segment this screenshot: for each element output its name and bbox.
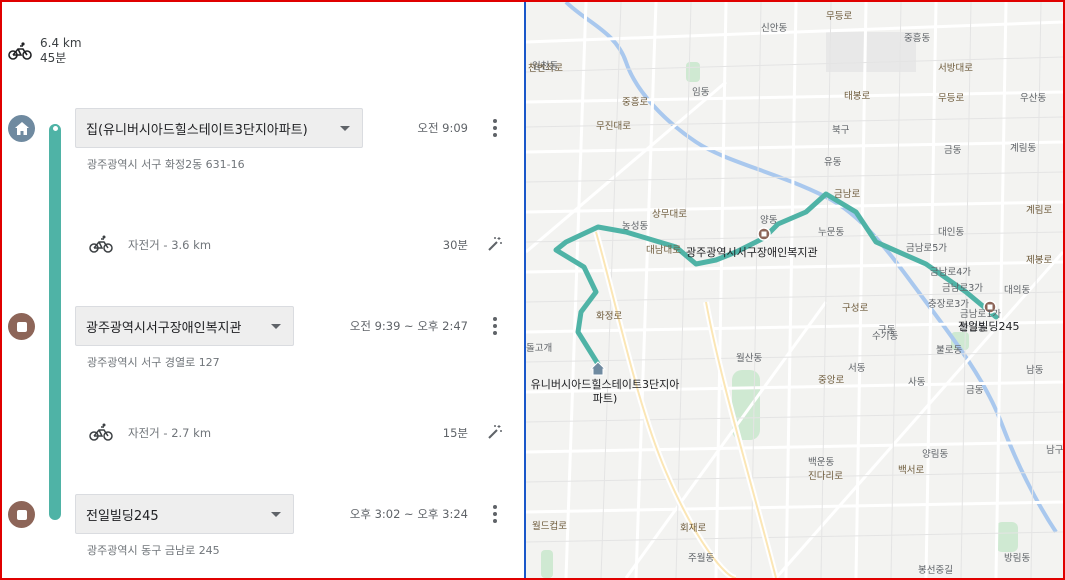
marker-label-line: 파트) bbox=[592, 392, 618, 405]
map-place-label: 대인동 bbox=[938, 227, 965, 238]
stop-time: 오전 9:39 ~ 오후 2:47 bbox=[349, 319, 468, 333]
map-place-label: 양림동 bbox=[922, 449, 949, 460]
map-place-label: 돌고개 bbox=[526, 343, 553, 354]
route-timeline bbox=[49, 124, 61, 520]
map-place-label: 구동 bbox=[878, 325, 896, 336]
map-place-label: 남구 bbox=[1046, 445, 1063, 456]
leg-mode: 자전거 bbox=[128, 426, 160, 440]
leg-distance: - 2.7 km bbox=[163, 426, 212, 440]
more-options-icon[interactable] bbox=[491, 119, 499, 137]
stop-select-welfare-center[interactable]: 광주광역시서구장애인복지관 bbox=[75, 306, 294, 346]
map-place-label: 금남로 bbox=[834, 189, 861, 200]
map-place-label: 월산동 bbox=[736, 353, 763, 364]
map-place-label: 농성동 bbox=[622, 221, 649, 232]
map-place-label: 양동 bbox=[760, 215, 778, 226]
map-place-label: 불로동 bbox=[936, 345, 963, 356]
stop-select-home[interactable]: 집(유니버시아드힐스테이트3단지아파트) bbox=[75, 108, 363, 148]
map-place-label: 서방대로 bbox=[938, 63, 973, 74]
stop-address: 광주광역시 서구 경열로 127 bbox=[87, 356, 220, 369]
welfare-center-marker-icon[interactable] bbox=[757, 227, 771, 241]
map-place-label: 진다리로 bbox=[808, 471, 843, 482]
map-place-label: 백운동 bbox=[808, 457, 835, 468]
directions-panel: 6.4 km 45분 집(유니버시아드힐스테이트3단지아파트) 광주광역시 서구… bbox=[2, 2, 524, 578]
map-place-label: 임동 bbox=[692, 87, 710, 98]
leg-distance: - 3.6 km bbox=[163, 238, 212, 252]
map-place-label: 무등로 bbox=[826, 11, 853, 22]
map-place-label: 사동 bbox=[908, 377, 926, 388]
map-place-label: 회재로 bbox=[680, 523, 707, 534]
bicycle-icon bbox=[89, 423, 113, 441]
map-place-label: 중흥동 bbox=[904, 33, 931, 44]
map-place-label: 금남로4가 bbox=[930, 267, 972, 278]
map-place-label: 누문동 bbox=[818, 227, 845, 238]
timeline-start-dot bbox=[50, 124, 60, 133]
leg-info: 자전거 - 3.6 km bbox=[128, 237, 211, 253]
map-place-label: 신안동 bbox=[761, 23, 788, 34]
chevron-down-icon bbox=[271, 324, 281, 329]
map-place-label: 중앙로 bbox=[818, 375, 845, 386]
marker-label-building: 전일빌딩245 bbox=[958, 320, 1020, 333]
marker-label-welfare: 광주광역시서구장애인복지관 bbox=[686, 246, 818, 259]
map-place-label: 금동 bbox=[944, 145, 962, 156]
map-place-label: 방림동 bbox=[1004, 553, 1031, 564]
stop-name: 집(유니버시아드힐스테이트3단지아파트) bbox=[86, 122, 308, 138]
map-place-label: 유동 bbox=[824, 157, 842, 168]
map-place-label: 계림로 bbox=[1026, 205, 1053, 216]
magic-wand-icon[interactable] bbox=[487, 236, 503, 252]
map-place-label: 월드컵로 bbox=[532, 521, 567, 532]
more-options-icon[interactable] bbox=[491, 505, 499, 523]
map-place-label: 상무대로 bbox=[652, 209, 687, 220]
leg-mode: 자전거 bbox=[128, 238, 160, 252]
map-place-label: 금남로5가 bbox=[906, 243, 948, 254]
total-distance: 6.4 km bbox=[40, 36, 82, 50]
stop-time: 오전 9:09 bbox=[417, 121, 468, 135]
map-place-label: 구성로 bbox=[842, 303, 869, 314]
map-place-label: 화정로 bbox=[596, 311, 623, 322]
map-place-label: 대의동 bbox=[1004, 285, 1031, 296]
map-place-label: 임천동 bbox=[532, 61, 559, 72]
stop-time: 오후 3:02 ~ 오후 3:24 bbox=[349, 507, 468, 521]
route-summary: 6.4 km 45분 bbox=[8, 36, 82, 66]
map-place-label: 봉선중길 bbox=[918, 565, 953, 576]
stop-address: 광주광역시 동구 금남로 245 bbox=[87, 544, 220, 557]
chevron-down-icon bbox=[271, 512, 281, 517]
map-place-label: 중흥로 bbox=[622, 97, 649, 108]
bicycle-icon bbox=[89, 235, 113, 253]
leg-info: 자전거 - 2.7 km bbox=[128, 425, 211, 441]
map-place-label: 계림동 bbox=[1010, 143, 1037, 154]
map-place-label: 우산동 bbox=[1020, 93, 1047, 104]
chevron-down-icon bbox=[340, 126, 350, 131]
place-marker-icon bbox=[8, 313, 35, 340]
stop-select-building[interactable]: 전일빌딩245 bbox=[75, 494, 294, 534]
leg-duration: 30분 bbox=[442, 238, 468, 252]
map-place-label: 금동 bbox=[966, 385, 984, 396]
map-place-label: 남동 bbox=[1026, 365, 1044, 376]
leg-duration: 15분 bbox=[442, 426, 468, 440]
bicycle-icon bbox=[8, 42, 32, 60]
stop-address: 광주광역시 서구 화정2동 631-16 bbox=[87, 158, 245, 171]
map-place-label: 대남대로 bbox=[646, 245, 681, 256]
total-duration: 45분 bbox=[40, 51, 67, 65]
marker-label-line: 유니버시아드힐스테이트3단지아 bbox=[530, 378, 680, 391]
stop-name: 광주광역시서구장애인복지관 bbox=[86, 320, 242, 336]
more-options-icon[interactable] bbox=[491, 317, 499, 335]
map-place-label: 주월동 bbox=[688, 553, 715, 564]
map-place-label: 제봉로 bbox=[1026, 255, 1053, 266]
map-place-label: 무진대로 bbox=[596, 121, 631, 132]
map-place-label: 백서로 bbox=[898, 465, 925, 476]
map-place-label: 북구 bbox=[832, 125, 850, 136]
magic-wand-icon[interactable] bbox=[487, 424, 503, 440]
marker-label-home: 유니버시아드힐스테이트3단지아 파트) bbox=[526, 378, 690, 406]
map-place-label: 무등로 bbox=[938, 93, 965, 104]
panel-divider bbox=[524, 2, 526, 578]
map-place-label: 금남로3가 bbox=[942, 283, 984, 294]
home-icon bbox=[8, 115, 35, 142]
map-place-label: 태봉로 bbox=[844, 91, 871, 102]
home-marker-icon[interactable] bbox=[589, 361, 607, 376]
stop-name: 전일빌딩245 bbox=[86, 508, 159, 524]
map-view[interactable]: 신안동 중흥동 서방대로 무등로 우산동 임동 태봉로 북구 무진대로 천변좌로 유동 계림동 금동 양동… bbox=[526, 2, 1063, 578]
map-place-label: 서동 bbox=[848, 363, 866, 374]
place-marker-icon bbox=[8, 501, 35, 528]
